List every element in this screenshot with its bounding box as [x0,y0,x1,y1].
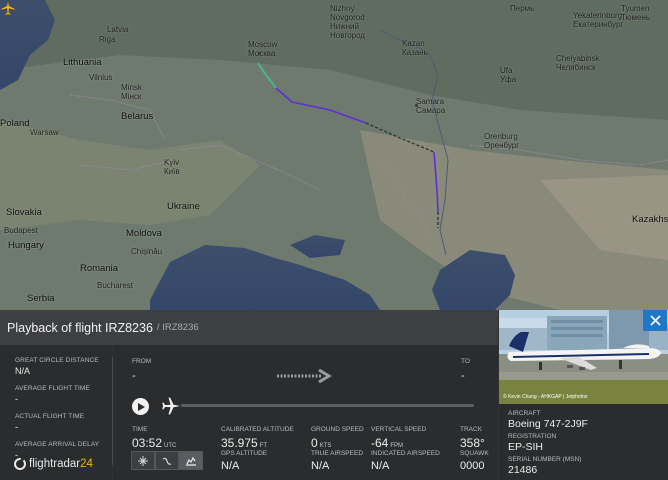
stat-value: - [15,394,18,404]
title-bar: Playback of flight IRZ8236 / IRZ8236 [0,310,498,345]
city-label-chelyabinsk: Chelyabinsk Челябинск [556,54,600,72]
stat-label: GREAT CIRCLE DISTANCE [15,357,99,364]
country-label-hungary: Hungary [8,240,44,251]
city-label-bucharest: Bucharest [97,281,134,290]
squawk-value: 0000 [460,460,485,472]
radar-ring-icon [14,458,26,470]
country-label-ukraine: Ukraine [167,201,200,212]
flight-map[interactable]: Latvia Riga Lithuania Vilnius Minsk Мінск… [0,0,668,310]
country-label-serbia: Serbia [27,293,55,304]
city-label-latvia: Latvia [107,25,129,34]
vertical-speed-label: VERTICAL SPEED [371,426,427,433]
stat-label: ACTUAL FLIGHT TIME [15,413,85,420]
stat-average-flight-time: AVERAGE FLIGHT TIME - [15,385,112,404]
view-toggle-graph-button[interactable] [179,451,203,470]
vertical-speed-value: -64 FPM [371,436,404,450]
indicated-airspeed-label: INDICATED AIRSPEED [371,450,440,457]
city-label-tyumen: Tyumen [621,4,650,13]
country-label-romania: Romania [80,263,119,274]
brand-name: flightradar [29,458,81,470]
squawk-label: SQUAWK [460,450,489,457]
city-label-kyiv: Kyiv Київ [164,158,180,176]
city-label-orenburg: Orenburg Оренбург [484,132,520,150]
true-airspeed-label: TRUE AIRSPEED [311,450,364,457]
country-label-poland: Poland [0,118,30,129]
city-label-riga: Riga [99,35,116,44]
city-label-budapest: Budapest [4,226,38,235]
indicated-airspeed-value: N/A [371,460,390,472]
time-value: 03:52 UTC [132,436,177,450]
track-value: 358° [460,436,485,450]
registration-value: EP-SIH [508,441,544,453]
play-button[interactable] [132,398,149,415]
to-value: - [461,370,465,382]
city-label-vilnius: Vilnius [89,73,113,82]
serial-number-value: 21486 [508,464,538,476]
city-label-samara: Samara Самара [416,97,446,115]
stat-label: AVERAGE ARRIVAL DELAY [15,441,100,448]
stat-great-circle-distance: GREAT CIRCLE DISTANCE N/A [15,357,112,376]
view-toggle-3d-button[interactable] [131,451,155,470]
city-label-perm: Пермь [510,4,535,13]
route-arrow-icon [277,369,332,383]
gps-altitude-label: GPS ALTITUDE [221,450,268,457]
brand-number: 24 [80,458,93,470]
aircraft-marker-icon[interactable] [0,0,16,16]
city-label-ufa: Ufa Уфа [500,66,517,84]
serial-number-label: SERIAL NUMBER (MSN) [508,456,582,463]
stat-value: N/A [15,366,31,376]
playback-aircraft-icon [162,397,181,415]
graph-icon [186,456,196,466]
city-label-minsk: Minsk Мінск [121,83,142,101]
aircraft-label: AIRCRAFT [508,410,541,417]
aircraft-value: Boeing 747-2J9F [508,418,588,430]
city-label-yekaterinburg: Yekaterinburg Екатеринбург [573,11,624,29]
city-label-chisinau: Chișinău [131,247,163,256]
play-icon [138,402,145,411]
stat-label: AVERAGE FLIGHT TIME [15,385,90,392]
photo-credit[interactable]: © Kevin Chung - AHKGAP | Jetphotos [503,394,587,400]
registration-label: REGISTRATION [508,433,557,440]
track-label: TRACK [460,426,483,433]
country-label-slovakia: Slovakia [6,207,42,218]
city-label-warsaw: Warsaw [30,128,59,137]
city-label-moscow: Moscow Москва [248,40,278,58]
playback-panel: FROM - TO - TIME 03:52 UTC CALIBRATED ALT… [113,345,498,480]
flightradar-playback-window: Latvia Riga Lithuania Vilnius Minsk Мінск… [0,0,668,480]
true-airspeed-value: N/A [311,460,330,472]
ground-speed-label: GROUND SPEED [311,426,364,433]
close-button[interactable] [643,310,667,331]
page-subtitle: / IRZ8236 [156,322,199,333]
map-view-toggles [131,451,203,470]
from-label: FROM [132,358,152,365]
gps-altitude-value: N/A [221,460,240,472]
crosshair-icon [138,455,148,466]
from-value: - [132,370,136,382]
calibrated-altitude-label: CALIBRATED ALTITUDE [221,426,294,433]
route-icon [162,457,172,465]
country-label-moldova: Moldova [126,228,162,239]
city-label-tyumen-ru: Тюмень [621,13,650,22]
view-toggle-route-button[interactable] [155,451,179,470]
page-title: Playback of flight IRZ8236 [7,320,153,335]
playback-progress-slider[interactable] [181,404,474,407]
stat-value: - [15,422,18,432]
stat-actual-flight-time: ACTUAL FLIGHT TIME - [15,413,112,432]
country-label-lithuania: Lithuania [63,57,102,68]
country-label-kazakhstan: Kazakhs [632,214,668,225]
to-label: TO [461,358,470,365]
calibrated-altitude-value: 35.975 FT [221,436,268,450]
city-label-nizhny: Nizhny Novgorod Нижний Новгород [330,4,366,40]
country-label-belarus: Belarus [121,111,154,122]
time-label: TIME [132,426,148,433]
aircraft-info-panel: AIRCRAFT Boeing 747-2J9F REGISTRATION EP… [499,404,668,480]
close-icon [649,315,661,326]
ground-speed-value: 0 KTS [311,436,332,450]
city-label-kazan: Kazan Казань [402,39,428,57]
flightradar24-logo[interactable]: flightradar 24 [14,458,93,470]
